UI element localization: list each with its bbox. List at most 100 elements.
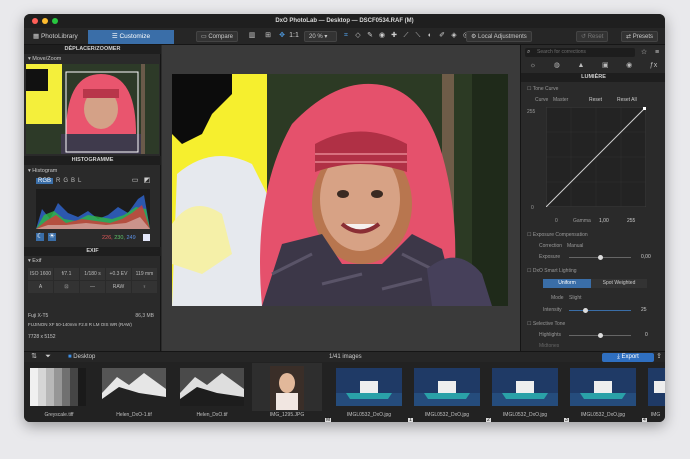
exif-sub[interactable]: ▾ Exif	[28, 258, 41, 264]
menu-icon[interactable]: ≡	[653, 49, 661, 57]
navigator-thumbnail[interactable]	[26, 64, 159, 154]
ratio-button[interactable]: 1:1	[288, 32, 300, 40]
thumb-image-1295	[270, 366, 304, 410]
filter-icon[interactable]: ⏷	[44, 353, 52, 361]
export-label: Export	[621, 354, 639, 360]
share-icon[interactable]: ⇪	[655, 353, 663, 361]
highlights-slider[interactable]	[569, 333, 631, 338]
mask-icon[interactable]: ◐	[426, 32, 434, 40]
intensity-slider[interactable]	[569, 308, 631, 313]
volume-icon[interactable]: ⟍	[414, 32, 422, 40]
mode-spot-button[interactable]: Spot Weighted	[591, 279, 647, 288]
exif-focal: 119 mm	[132, 268, 157, 280]
tab-customize-label: Customize	[119, 33, 151, 40]
thumbnail-imgl0532-2[interactable]	[412, 363, 482, 411]
local-adjustments-button[interactable]: ⚙ Local Adjustments	[466, 31, 532, 42]
folder-breadcrumb[interactable]: ■ Desktop	[68, 353, 95, 362]
crop-icon[interactable]: ⌗	[342, 32, 350, 40]
exposure-knob[interactable]	[598, 255, 603, 260]
selective-tone-title[interactable]: ☐ Selective Tone	[527, 321, 565, 327]
tone-curve-graph[interactable]	[546, 107, 646, 207]
tab-photolibrary-label: PhotoLibrary	[40, 33, 78, 40]
tone-curve-title[interactable]: ☐ Tone Curve	[527, 86, 558, 92]
channel-g[interactable]: G	[63, 178, 68, 184]
redeye-icon[interactable]: ◉	[378, 32, 386, 40]
curve-reset-button[interactable]: Reset	[589, 97, 602, 103]
mode-select[interactable]: Slight	[569, 295, 582, 301]
exposure-value[interactable]: 0,00	[641, 254, 651, 260]
thumbnail-helen-dxo-1[interactable]	[99, 363, 169, 411]
repair-icon[interactable]: ✚	[390, 32, 398, 40]
thumbnail-imgl0532-4[interactable]	[568, 363, 638, 411]
tab-customize[interactable]: ☰ Customize	[88, 30, 174, 44]
thumbnail-img-1295[interactable]	[252, 363, 322, 411]
correction-select[interactable]: Manual	[567, 243, 583, 249]
reset-icon: ↺	[581, 34, 588, 40]
gamma-value[interactable]: 1,00	[599, 218, 609, 224]
compare-button[interactable]: ▭ Compare	[196, 31, 239, 42]
watermark-icon[interactable]: ◈	[450, 32, 458, 40]
close-window-button[interactable]	[32, 18, 38, 24]
search-input[interactable]: Search for corrections	[525, 48, 635, 57]
sun-icon[interactable]: ☀	[48, 233, 56, 241]
perspective-icon[interactable]: ⟋	[402, 32, 410, 40]
exposure-comp-title[interactable]: ☐ Exposure Compensation	[527, 232, 588, 238]
effects-tab-icon[interactable]: ◉	[626, 60, 632, 72]
reset-button[interactable]: ↺ Reset	[576, 31, 609, 42]
minimize-window-button[interactable]	[42, 18, 48, 24]
monitor-icon[interactable]: ▭	[131, 177, 139, 185]
intensity-knob[interactable]	[583, 308, 588, 313]
eyedropper-icon[interactable]: ✎	[366, 32, 374, 40]
highlights-knob[interactable]	[598, 333, 603, 338]
thumbnail-partial[interactable]	[646, 363, 665, 411]
window-title: DxO PhotoLab — Desktop — DSCF0534.RAF (M…	[275, 18, 414, 24]
geometry-tab-icon[interactable]: ▣	[602, 60, 609, 72]
detail-tab-icon[interactable]: ▲	[577, 60, 584, 72]
export-button[interactable]: ⤓ Export	[602, 353, 654, 362]
channel-b[interactable]: B	[71, 178, 75, 184]
thumbnail-imgl0532-1[interactable]	[334, 363, 404, 411]
rgb-readout-r: 226,	[102, 235, 113, 241]
highlights-label: Highlights	[539, 332, 561, 338]
mode-uniform-button[interactable]: Uniform	[543, 279, 591, 288]
curve-input-255[interactable]: 255	[627, 218, 635, 224]
exif-aperture: f/7.1	[54, 268, 79, 280]
gear-icon: ⚙	[471, 34, 479, 40]
sun-tab-icon[interactable]: ☼	[530, 60, 536, 72]
main-photo[interactable]	[172, 74, 508, 306]
layout-icon[interactable]: ▥	[248, 32, 256, 40]
star-icon[interactable]: ☆	[640, 49, 648, 57]
zoom-select[interactable]: 20 % ▾	[304, 31, 337, 42]
exposure-slider[interactable]	[569, 255, 631, 260]
move-icon[interactable]: ✥	[278, 32, 286, 40]
folder-label: Desktop	[73, 354, 96, 360]
fit-icon[interactable]: ⊞	[264, 32, 272, 40]
zoom-window-button[interactable]	[52, 18, 58, 24]
tab-photolibrary[interactable]: ▦ PhotoLibrary	[27, 30, 84, 44]
fx-tab-icon[interactable]: ƒx	[650, 60, 657, 72]
curve-input-0[interactable]: 0	[555, 218, 558, 224]
channel-rgb[interactable]: RGB	[36, 178, 54, 184]
move-zoom-sub[interactable]: ▾ Move/Zoom	[28, 56, 61, 62]
histogram-sub[interactable]: ▾ Histogram	[28, 168, 57, 174]
thumbnail-imgl0532-3[interactable]	[490, 363, 560, 411]
horizon-icon[interactable]: ◇	[354, 32, 362, 40]
intensity-value[interactable]: 25	[641, 307, 647, 313]
brush-icon[interactable]: ✐	[438, 32, 446, 40]
curve-reset-all-button[interactable]: Reset All	[617, 97, 637, 103]
thumbnail-helen-dxo[interactable]	[177, 363, 247, 411]
clipping-icon[interactable]: ◩	[143, 177, 151, 185]
presets-button[interactable]: ⇄ Presets	[621, 31, 659, 42]
channel-l[interactable]: L	[78, 178, 81, 184]
channel-r[interactable]: R	[56, 178, 60, 184]
sort-icon[interactable]: ⇅	[30, 353, 38, 361]
thumbnail-greyscale[interactable]	[24, 363, 94, 411]
image-viewer[interactable]	[162, 45, 520, 351]
moon-icon[interactable]: ☾	[36, 233, 44, 241]
color-tab-icon[interactable]: ◍	[554, 60, 560, 72]
exif-size: 86,3 MB	[135, 313, 154, 319]
highlights-value[interactable]: 0	[645, 332, 648, 338]
curve-channel-select[interactable]: Master	[553, 97, 568, 103]
smart-lighting-title[interactable]: ☐ DxO Smart Lighting	[527, 268, 577, 274]
metering-icon: ⊡	[54, 281, 79, 293]
